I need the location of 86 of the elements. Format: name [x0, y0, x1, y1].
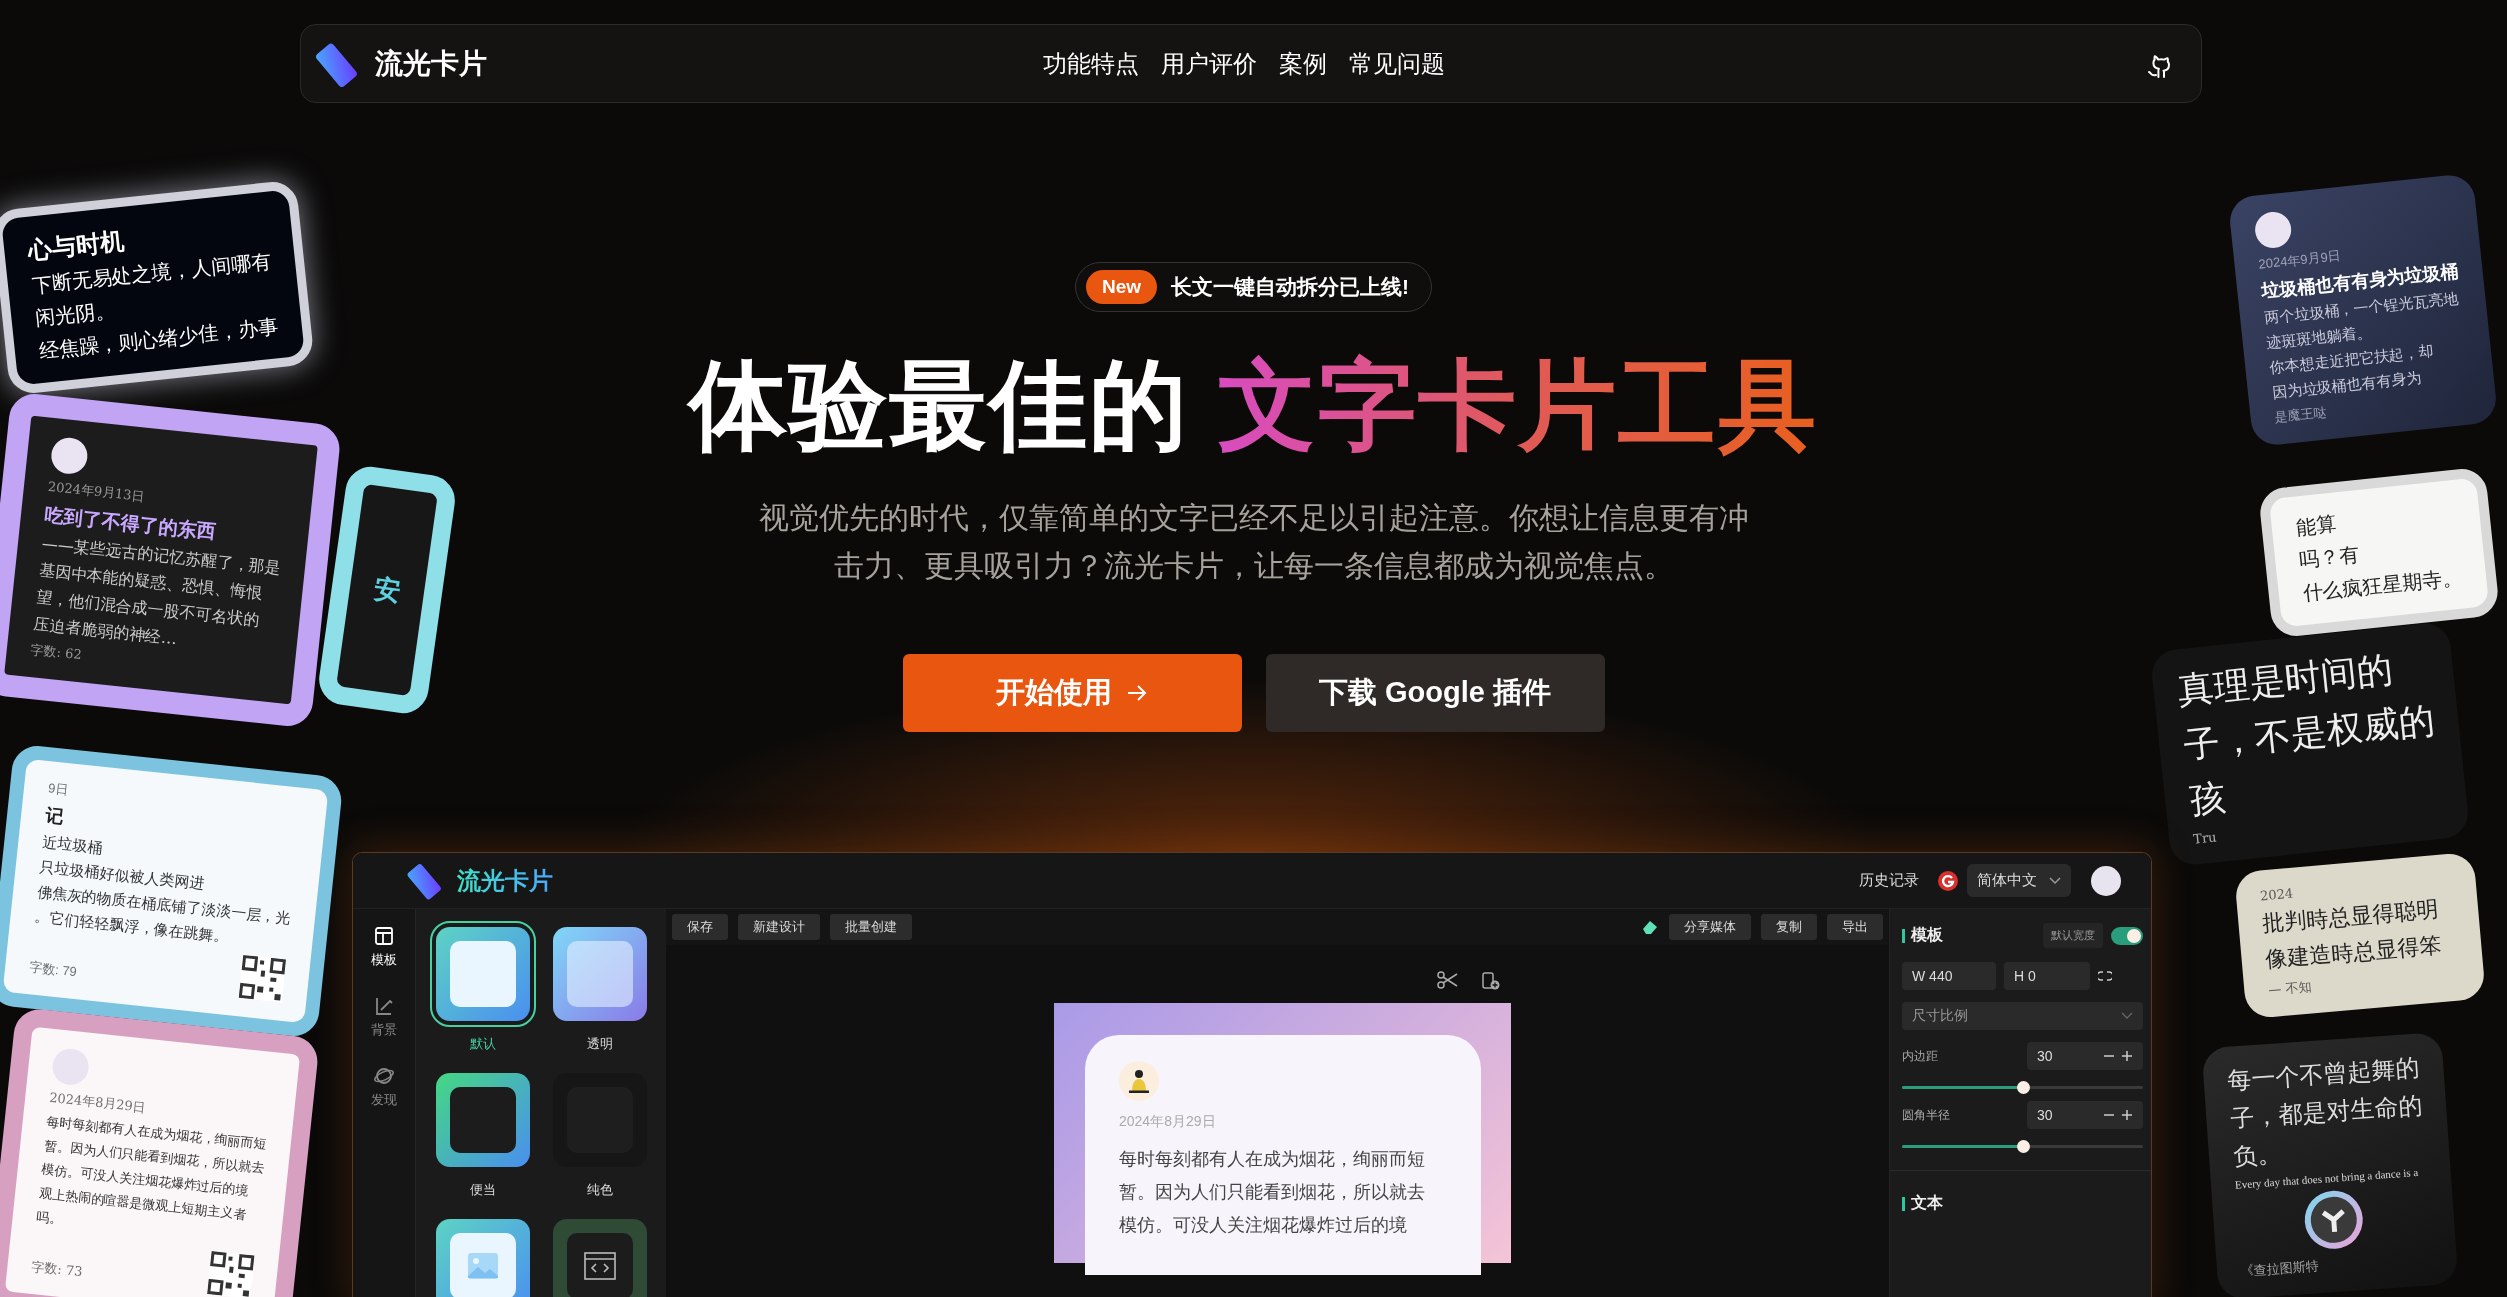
card-footer: 字数: 62	[29, 640, 83, 665]
card-text: 吗。	[35, 1208, 64, 1229]
toolbar-button[interactable]: 新建设计	[738, 914, 820, 940]
headline: 体验最佳的	[688, 352, 1190, 460]
announcement-badge[interactable]: New 长文一键自动拆分已上线!	[1074, 262, 1433, 312]
copy-add-icon[interactable]	[1481, 971, 1501, 991]
announcement-text: 长文一键自动拆分已上线!	[1171, 274, 1410, 300]
language-select[interactable]: 简体中文	[1967, 864, 2071, 897]
toolbar-button[interactable]: 导出	[1827, 914, 1883, 940]
new-tag: New	[1085, 270, 1158, 304]
eraser-icon[interactable]	[1641, 919, 1659, 935]
card-date: 2024	[2259, 885, 2294, 904]
default-width-toggle[interactable]	[2111, 926, 2143, 945]
template-label: 便当	[469, 1181, 496, 1199]
image-icon	[466, 1252, 499, 1280]
g-logo-icon[interactable]	[1937, 869, 1959, 892]
slider-thumb[interactable]	[2016, 1081, 2030, 1094]
rail-tab[interactable]: 背景	[369, 993, 399, 1041]
card-footer: Tru	[2192, 829, 2218, 847]
width-field[interactable]: W 440	[1902, 962, 1996, 990]
template-label: 纯色	[586, 1181, 613, 1199]
height-field[interactable]: H 0	[2004, 962, 2090, 990]
card-footer: 字数: 79	[28, 958, 78, 982]
card-text: 负。	[2232, 1138, 2283, 1173]
person-icon	[1128, 1069, 1150, 1093]
toolbar-button[interactable]: 保存	[672, 914, 728, 940]
card-title: 心与时机	[26, 224, 126, 266]
rail-tab[interactable]: 发现	[369, 1063, 399, 1111]
avatar[interactable]	[2091, 865, 2121, 896]
card-title: 记	[44, 804, 65, 829]
card-date: 2024年9月9日	[2257, 247, 2342, 274]
chevron-down-icon	[2049, 876, 2061, 885]
brush-icon	[373, 995, 395, 1017]
link-icon[interactable]	[2098, 971, 2112, 981]
number-field[interactable]: 30	[2027, 1042, 2143, 1070]
layout-icon	[373, 925, 395, 947]
card-text: 孩	[2186, 775, 2228, 823]
card-text: 吗？有	[2298, 542, 2361, 574]
toolbar-button[interactable]: 复制	[1761, 914, 1817, 940]
plus-icon[interactable]	[2121, 1109, 2133, 1121]
slider-label: 内边距	[1902, 1047, 1938, 1065]
hero-description: 视觉优先的时代，仅靠简单的文字已经不足以引起注意。你想让信息更有冲击力、更具吸引力？流光卡片，让每一条信息都成为视觉焦点。	[758, 499, 1749, 584]
template-thumbnail[interactable]	[435, 1073, 530, 1167]
template-thumbnail[interactable]	[435, 1219, 530, 1297]
card-text: 每时每刻都有人在成为烟花，绚丽而短暂。因为人们只能看到烟花，所以就去模仿。可没人关注烟花爆炸过后的境	[1119, 1148, 1426, 1237]
default-width-label: 默认宽度	[2043, 923, 2103, 948]
plus-icon[interactable]	[2121, 1050, 2133, 1062]
qr-code-icon	[238, 954, 287, 1003]
card-text: 能算	[2294, 511, 2338, 541]
arrow-right-icon	[1126, 682, 1148, 703]
section-title: 模板	[1902, 925, 1943, 946]
template-label: 透明	[586, 1035, 613, 1053]
toolbar-button[interactable]: 分享媒体	[1669, 914, 1751, 940]
brand-name: 流光卡片	[375, 46, 487, 81]
nav-link[interactable]: 案例	[1279, 47, 1327, 80]
card-footer: 是魔王哒	[2273, 403, 2328, 427]
card-date: 2024年8月29日	[48, 1088, 147, 1116]
card-footer: 《查拉图斯特	[2240, 1257, 2320, 1281]
chevron-down-icon	[2121, 1012, 2133, 1020]
slider-label: 圆角半径	[1902, 1106, 1950, 1124]
history-link[interactable]: 历史记录	[1859, 871, 1919, 890]
card-footer: 字数: 73	[30, 1257, 84, 1282]
code-window-icon	[583, 1252, 616, 1280]
template-label: 默认	[469, 1035, 496, 1053]
card-date: 2024年8月29日	[1119, 1113, 1217, 1131]
toolbar-button[interactable]: 批量创建	[830, 914, 912, 940]
card-title: 安	[371, 571, 403, 609]
nav-link[interactable]: 功能特点	[1043, 47, 1139, 80]
card-date: 2024年9月13日	[47, 477, 146, 506]
card-date: 9日	[47, 779, 70, 800]
planet-icon	[373, 1065, 395, 1087]
nav-link[interactable]: 用户评价	[1161, 47, 1257, 80]
slider-thumb[interactable]	[2016, 1140, 2030, 1153]
rail-tab[interactable]: 模板	[369, 923, 399, 971]
template-thumbnail[interactable]	[552, 927, 647, 1021]
section-title: 文本	[1902, 1193, 2151, 1214]
ratio-select[interactable]: 尺寸比例	[1902, 1002, 2143, 1030]
card-text: 闲光阴。	[34, 297, 117, 333]
download-button[interactable]: 下载 Google 插件	[1265, 653, 1605, 732]
number-field[interactable]: 30	[2027, 1101, 2143, 1129]
nav-link[interactable]: 常见问题	[1349, 47, 1445, 80]
card-text: 近垃圾桶	[41, 832, 104, 859]
scissors-icon[interactable]	[1437, 971, 1459, 989]
start-button[interactable]: 开始使用	[902, 653, 1242, 732]
template-thumbnail[interactable]	[552, 1219, 647, 1297]
card-footer: — 不知	[2267, 977, 2313, 1000]
